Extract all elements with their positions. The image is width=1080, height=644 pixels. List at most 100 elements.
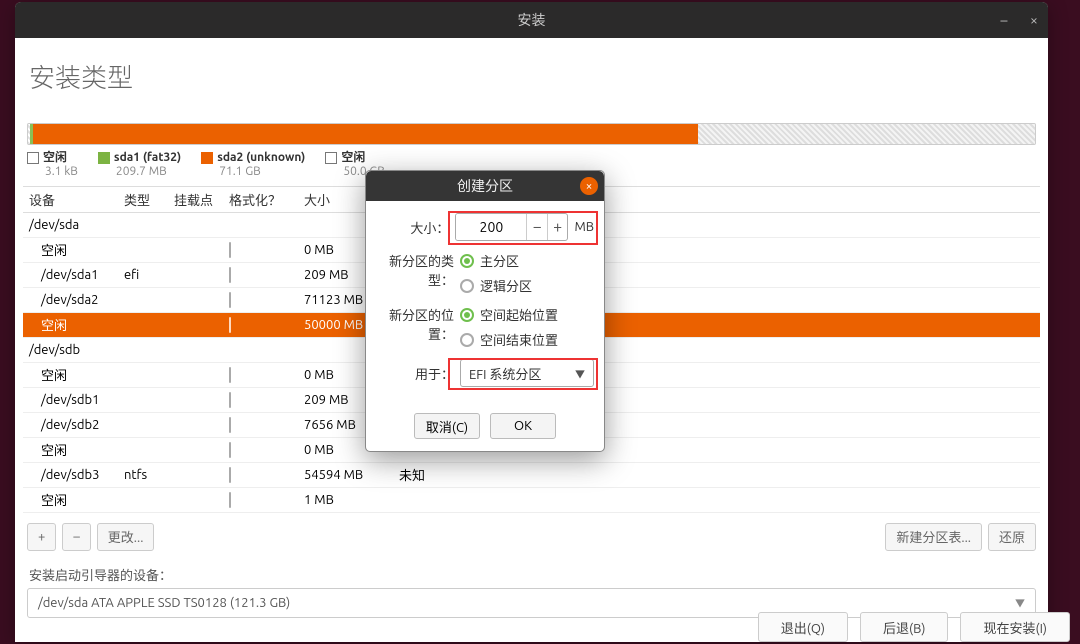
legend-label: 空闲 — [341, 151, 365, 165]
cell-size: 1 MB — [304, 493, 399, 507]
legend-item: sda1 (fat32)209.7 MB — [98, 151, 181, 180]
cell-format — [229, 368, 304, 382]
cell-size: 54594 MB — [304, 468, 399, 482]
radio-icon — [460, 333, 474, 347]
cell-type: ntfs — [124, 468, 174, 482]
format-checkbox[interactable] — [229, 467, 231, 483]
cell-used: 未知 — [399, 465, 459, 484]
radio-primary[interactable]: 主分区 — [460, 251, 532, 270]
revert-button[interactable]: 还原 — [988, 523, 1036, 551]
use-as-select[interactable]: EFI 系统分区 ▼ — [460, 359, 594, 387]
radio-icon — [460, 279, 474, 293]
cell-format — [229, 443, 304, 457]
legend-sub: 3.1 kB — [45, 165, 78, 179]
format-checkbox[interactable] — [229, 392, 231, 408]
format-checkbox[interactable] — [229, 242, 231, 258]
new-partition-table-button[interactable]: 新建分区表... — [885, 523, 982, 551]
format-checkbox[interactable] — [229, 292, 231, 308]
back-button[interactable]: 后退(B) — [860, 612, 948, 642]
dialog-close-button[interactable]: × — [580, 177, 598, 195]
legend-label: 空闲 — [43, 151, 67, 165]
cell-device: 空闲 — [41, 440, 124, 459]
radio-icon — [460, 254, 474, 268]
radio-begin[interactable]: 空间起始位置 — [460, 305, 558, 324]
cell-device: /dev/sda2 — [41, 293, 124, 307]
cell-format — [229, 393, 304, 407]
page-title: 安装类型 — [29, 58, 1040, 95]
table-row[interactable]: /dev/sdb3ntfs 54594 MB未知 — [23, 463, 1040, 488]
size-spinbox: − + — [455, 213, 568, 241]
cell-format — [229, 268, 304, 282]
window-minimize-button[interactable]: – — [996, 12, 1012, 28]
remove-partition-button[interactable]: – — [62, 523, 90, 551]
cell-format — [229, 418, 304, 432]
change-partition-button[interactable]: 更改... — [97, 523, 155, 551]
chevron-down-icon: ▼ — [575, 366, 585, 381]
size-unit: MB — [574, 220, 594, 234]
cell-device: /dev/sdb3 — [41, 468, 124, 482]
cell-device: /dev/sdb1 — [41, 393, 124, 407]
legend-label: sda2 (unknown) — [217, 151, 305, 165]
cell-device: 空闲 — [41, 240, 124, 259]
use-as-label: 用于： — [376, 364, 460, 383]
legend-item: 空闲3.1 kB — [27, 151, 78, 180]
legend-label: sda1 (fat32) — [114, 151, 181, 165]
cell-format — [229, 243, 304, 257]
format-checkbox[interactable] — [229, 442, 231, 458]
quit-button[interactable]: 退出(Q) — [758, 612, 848, 642]
cell-device: /dev/sdb — [29, 343, 124, 357]
create-partition-dialog: 创建分区 × 大小： − + MB 新分区的类型： 主分区 逻辑分区 — [365, 170, 605, 452]
format-checkbox[interactable] — [229, 317, 231, 333]
disk-seg-free2 — [698, 124, 1035, 144]
size-increment-button[interactable]: + — [547, 214, 568, 240]
cell-device: /dev/sda — [29, 218, 124, 232]
radio-end-label: 空间结束位置 — [480, 330, 558, 349]
radio-primary-label: 主分区 — [480, 251, 519, 270]
col-format: 格式化？ — [229, 190, 304, 209]
radio-begin-label: 空间起始位置 — [480, 305, 558, 324]
col-device: 设备 — [29, 190, 124, 209]
location-label: 新分区的位置： — [376, 305, 460, 343]
radio-logical-label: 逻辑分区 — [480, 276, 532, 295]
table-row[interactable]: 空闲1 MB — [23, 488, 1040, 513]
install-button[interactable]: 现在安装(I) — [960, 612, 1070, 642]
window-title: 安装 — [518, 10, 546, 30]
col-type: 类型 — [124, 190, 174, 209]
cell-format — [229, 293, 304, 307]
window-titlebar: 安装 – × — [15, 2, 1048, 38]
format-checkbox[interactable] — [229, 267, 231, 283]
cell-type: efi — [124, 268, 174, 282]
format-checkbox[interactable] — [229, 367, 231, 383]
legend-swatch — [27, 152, 39, 164]
disk-seg-sda2 — [33, 124, 698, 144]
legend-sub: 209.7 MB — [116, 165, 181, 179]
size-decrement-button[interactable]: − — [526, 214, 547, 240]
legend-swatch — [325, 152, 337, 164]
size-input[interactable] — [456, 214, 526, 240]
format-checkbox[interactable] — [229, 417, 231, 433]
type-label: 新分区的类型： — [376, 251, 460, 289]
dialog-ok-button[interactable]: OK — [490, 413, 556, 439]
radio-end[interactable]: 空间结束位置 — [460, 330, 558, 349]
chevron-down-icon: ▼ — [1015, 595, 1025, 610]
legend-swatch — [201, 152, 213, 164]
disk-usage-bar — [27, 123, 1036, 145]
radio-icon — [460, 308, 474, 322]
format-checkbox[interactable] — [229, 492, 231, 508]
use-as-value: EFI 系统分区 — [469, 364, 541, 383]
col-mount: 挂载点 — [174, 190, 229, 209]
legend-item: sda2 (unknown)71.1 GB — [201, 151, 305, 180]
window-close-button[interactable]: × — [1026, 12, 1042, 28]
cell-device: 空闲 — [41, 365, 124, 384]
bootloader-value: /dev/sda ATA APPLE SSD TS0128 (121.3 GB) — [38, 596, 290, 610]
legend-swatch — [98, 152, 110, 164]
dialog-cancel-button[interactable]: 取消(C) — [414, 413, 480, 439]
bootloader-label: 安装启动引导器的设备： — [29, 565, 1036, 584]
cell-format — [229, 318, 304, 332]
cell-device: /dev/sda1 — [41, 268, 124, 282]
legend-sub: 71.1 GB — [219, 165, 305, 179]
add-partition-button[interactable]: + — [27, 523, 56, 551]
radio-logical[interactable]: 逻辑分区 — [460, 276, 532, 295]
cell-format — [229, 468, 304, 482]
cell-device: 空闲 — [41, 315, 124, 334]
